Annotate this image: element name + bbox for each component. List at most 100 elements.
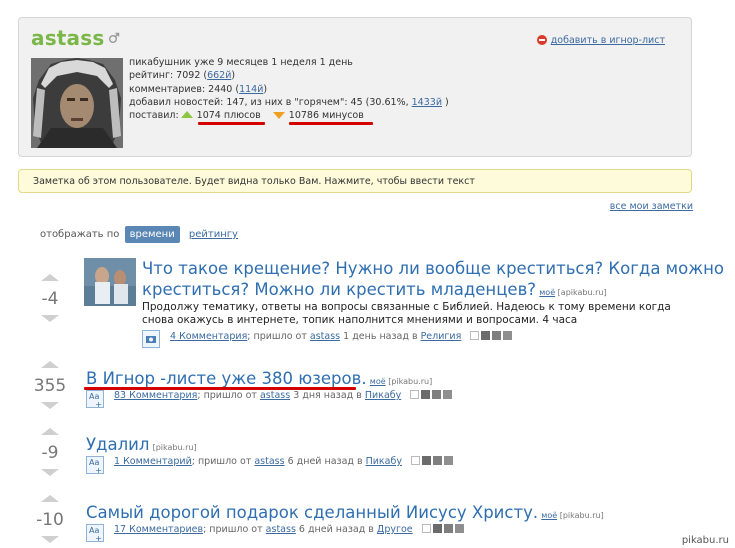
- facebook-icon[interactable]: [421, 390, 431, 399]
- category-link[interactable]: Религия: [421, 331, 462, 342]
- rating-suffix: ): [231, 70, 236, 82]
- post-title-row: В Игнор -листе уже 380 юзеров. моё [pika…: [86, 368, 432, 389]
- save-icon[interactable]: [470, 331, 480, 340]
- more-link[interactable]: моё: [539, 288, 555, 297]
- upvote-icon[interactable]: [41, 495, 59, 502]
- more-link[interactable]: моё: [541, 511, 557, 520]
- sort-by-rating-link[interactable]: рейтингу: [189, 229, 238, 240]
- meta-text: ; пришло от: [247, 331, 310, 342]
- member-for: пикабушник уже 9 месяцев 1 неделя 1 день: [129, 57, 353, 68]
- post-title-row: Самый дорогой подарок сделанный Иисусу Х…: [86, 502, 604, 523]
- comments-text: комментариев: 2440 (: [129, 83, 240, 95]
- post-time: 3 дня назад в: [290, 390, 365, 401]
- post-score: -9: [41, 443, 59, 463]
- post-meta: 4 Комментария; пришло от astass 1 день н…: [170, 331, 513, 342]
- downvote-icon[interactable]: [41, 315, 59, 322]
- twitter-icon[interactable]: [443, 524, 453, 533]
- post-title-link[interactable]: Самый дорогой подарок сделанный Иисусу Х…: [86, 503, 538, 522]
- facebook-icon[interactable]: [421, 456, 431, 465]
- post-source: моё [pikabu.ru]: [370, 377, 432, 386]
- rating-rank-link[interactable]: 662й: [207, 70, 231, 81]
- comments-link[interactable]: 17 Комментариев: [114, 524, 203, 535]
- save-icon[interactable]: [421, 524, 431, 533]
- comments-link[interactable]: 4 Комментария: [170, 331, 247, 342]
- downvote-icon[interactable]: [41, 536, 59, 543]
- vote-widget: 355: [30, 361, 70, 409]
- author-link[interactable]: astass: [260, 390, 290, 401]
- post-title-link[interactable]: В Игнор -листе уже 380 юзеров.: [86, 369, 367, 388]
- minus-arrow-icon: [272, 112, 285, 120]
- vote-widget: -10: [30, 495, 70, 543]
- twitter-icon[interactable]: [432, 390, 442, 399]
- news-suffix: ): [442, 96, 449, 108]
- rating-row: рейтинг: 7092 (662й): [129, 69, 449, 82]
- post-time: 1 день назад в: [340, 331, 421, 342]
- avatar[interactable]: [31, 58, 123, 148]
- post-description: Продолжу тематику, ответы на вопросы свя…: [142, 301, 671, 327]
- category-link[interactable]: Пикабу: [365, 390, 401, 401]
- vk-icon[interactable]: [454, 524, 464, 533]
- twitter-icon[interactable]: [432, 456, 442, 465]
- category-link[interactable]: Другое: [377, 524, 413, 535]
- vk-icon[interactable]: [443, 456, 453, 465]
- source-domain: [apikabu.ru]: [557, 288, 607, 297]
- twitter-icon[interactable]: [492, 331, 502, 340]
- upvote-icon[interactable]: [41, 361, 59, 368]
- post-title-row: Удалил [pikabu.ru]: [86, 434, 197, 455]
- facebook-icon[interactable]: [481, 331, 491, 340]
- upvote-icon[interactable]: [41, 428, 59, 435]
- comments-link[interactable]: 1 Комментарий: [114, 456, 192, 467]
- meta-text: ; пришло от: [191, 456, 255, 467]
- block-icon: [536, 35, 547, 45]
- highlight-underline: [289, 122, 373, 125]
- author-link[interactable]: astass: [266, 524, 296, 535]
- vk-icon[interactable]: [443, 390, 453, 399]
- comments-row: комментариев: 2440 (114й): [129, 83, 449, 96]
- post-thumbnail[interactable]: [84, 258, 136, 306]
- text-post-icon: Aa: [86, 390, 104, 409]
- news-text: добавил новостей: 147, из них в "горячем…: [129, 96, 412, 108]
- minuses-count: 10786 минусов: [288, 110, 364, 122]
- post-title-link[interactable]: Удалил: [86, 435, 149, 454]
- voted-label: поставил:: [129, 110, 179, 122]
- downvote-icon[interactable]: [41, 402, 59, 409]
- comments-suffix: ): [263, 83, 268, 95]
- source-domain: [pikabu.ru]: [559, 511, 604, 520]
- post-title-link[interactable]: креститься? Можно ли крестить младенцев?: [142, 280, 536, 299]
- user-note-field[interactable]: Заметка об этом пользователе. Будет видн…: [18, 169, 692, 193]
- more-link[interactable]: моё: [370, 377, 386, 386]
- post-meta: 1 Комментарий; пришло от astass 6 дней н…: [114, 456, 453, 467]
- highlight-underline: [198, 122, 265, 125]
- post-title-link[interactable]: Что такое крещение? Нужно ли вообще крес…: [142, 258, 724, 279]
- vote-widget: -9: [30, 428, 70, 476]
- post-title-line2: креститься? Можно ли крестить младенцев?…: [142, 279, 607, 300]
- save-icon[interactable]: [410, 390, 420, 399]
- all-notes-link[interactable]: все мои заметки: [610, 201, 693, 212]
- downvote-icon[interactable]: [41, 469, 59, 476]
- post-meta: 83 Комментария; пришло от astass 3 дня н…: [114, 390, 453, 401]
- author-link[interactable]: astass: [310, 331, 340, 342]
- ignore-action[interactable]: добавить в игнор-лист: [536, 35, 665, 46]
- category-link[interactable]: Пикабу: [366, 456, 402, 467]
- comments-rank-link[interactable]: 114й: [239, 84, 263, 95]
- rating-text: рейтинг: 7092 (: [129, 70, 208, 82]
- upvote-icon[interactable]: [41, 274, 59, 281]
- sort-by-time-button[interactable]: времени: [124, 226, 180, 243]
- description-line: снова окажусь в интернете, топик наполни…: [142, 314, 578, 326]
- facebook-icon[interactable]: [432, 524, 442, 533]
- news-rank-link[interactable]: 1433й: [412, 97, 442, 108]
- add-to-ignore-link[interactable]: добавить в игнор-лист: [551, 35, 665, 46]
- user-stats: пикабушник уже 9 месяцев 1 неделя 1 день…: [129, 56, 449, 122]
- save-icon[interactable]: [410, 456, 420, 465]
- post-score: -10: [36, 510, 64, 530]
- author-link[interactable]: astass: [254, 456, 284, 467]
- meta-text: ; пришло от: [197, 390, 260, 401]
- description-line: Продолжу тематику, ответы на вопросы свя…: [142, 301, 671, 313]
- profile-card: astass добавить в игнор-лист пикабушник …: [18, 17, 692, 157]
- vk-icon[interactable]: [503, 331, 513, 340]
- sort-label: отображать по: [40, 229, 120, 240]
- comments-link[interactable]: 83 Комментария: [114, 390, 197, 401]
- votes-row: поставил: 1074 плюсов 10786 минусов: [129, 109, 449, 122]
- post-source: [pikabu.ru]: [152, 443, 197, 452]
- post-source: моё [apikabu.ru]: [539, 288, 606, 297]
